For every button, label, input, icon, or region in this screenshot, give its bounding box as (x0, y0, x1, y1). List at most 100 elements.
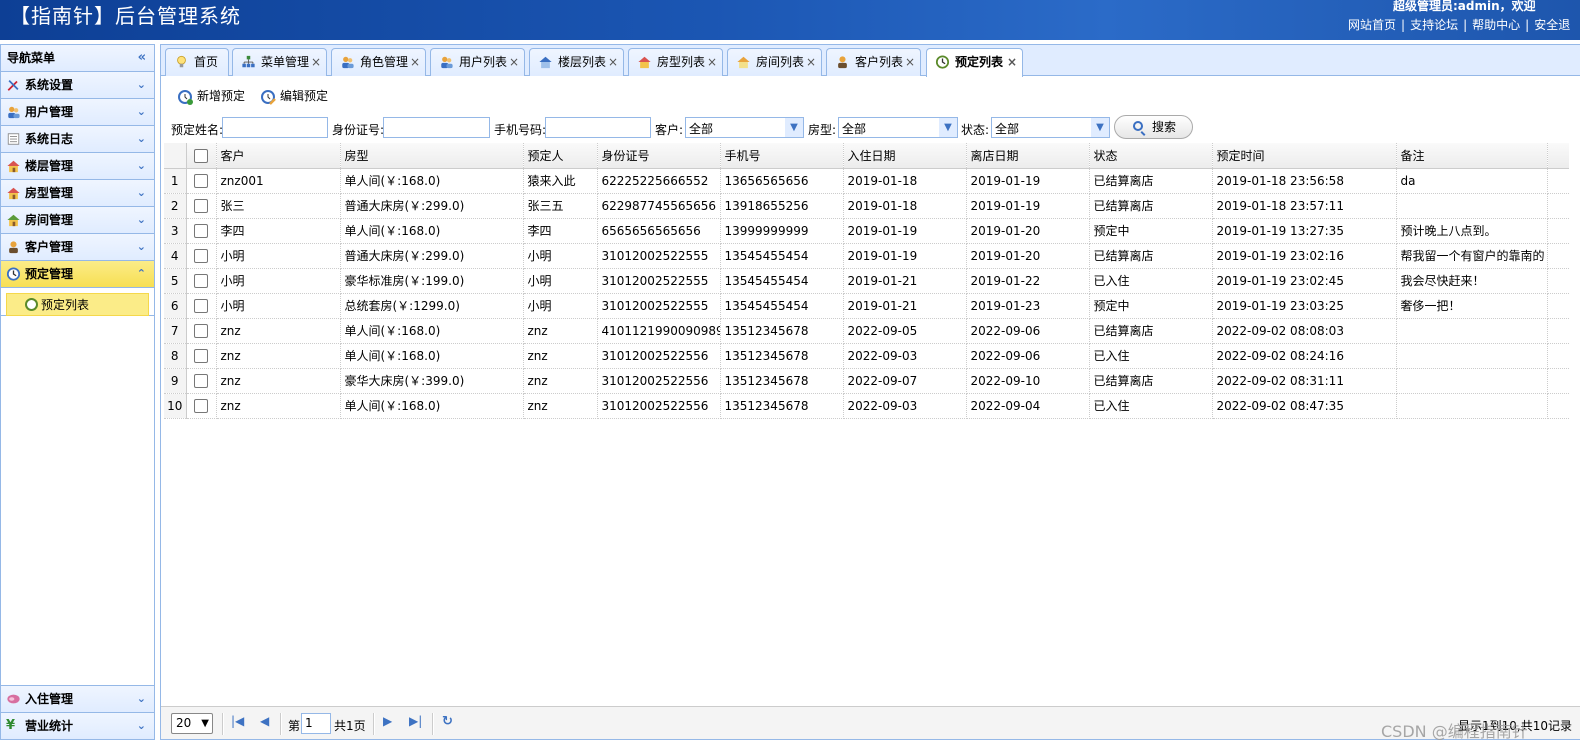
menu-reservation-management[interactable]: 预定管理 ⌃ (1, 261, 154, 288)
reserver-name-input[interactable] (222, 117, 328, 138)
table-cell: znz (523, 318, 598, 344)
menu-room-type-management[interactable]: 房型管理 ⌄ (1, 180, 154, 207)
row-checkbox[interactable] (194, 173, 208, 188)
refresh-icon[interactable]: ↻ (442, 714, 453, 729)
id-number-input[interactable] (383, 117, 490, 138)
table-row[interactable]: 8 znz 单人间(￥:168.0) znz 31012002522556 1351234… (164, 343, 1569, 369)
tab-home[interactable]: 首页 (165, 48, 229, 76)
add-reservation-button[interactable]: 新增预定 (177, 87, 245, 107)
first-page-icon[interactable]: |◀ (231, 714, 244, 728)
table-cell: 我会尽快赶来！ (1396, 268, 1548, 294)
prev-page-icon[interactable]: ◀ (260, 714, 269, 728)
close-icon[interactable]: × (509, 49, 519, 75)
table-row[interactable]: 9 znz 豪华大床房(￥:399.0) znz 31012002522556 13512… (164, 368, 1569, 394)
column-header[interactable]: 状态 (1089, 143, 1213, 169)
menu-room-management[interactable]: 房间管理 ⌄ (1, 207, 154, 234)
row-checkbox[interactable] (194, 248, 208, 263)
link-site-home[interactable]: 网站首页 (1348, 18, 1396, 32)
column-header[interactable]: 入住日期 (843, 143, 967, 169)
table-row[interactable]: 7 znz 单人间(￥:168.0) znz 41011219900909890 1351… (164, 318, 1569, 344)
table-row[interactable]: 6 小明 总统套房(￥:1299.0) 小明 31012002522555 1354545… (164, 293, 1569, 319)
row-checkbox[interactable] (194, 198, 208, 213)
tab-customer-list[interactable]: 客户列表 × (826, 48, 921, 76)
app-title: 【指南针】后台管理系统 (10, 4, 241, 28)
select-all-checkbox[interactable] (194, 148, 208, 163)
table-row[interactable]: 5 小明 豪华标准房(￥:199.0) 小明 31012002522555 1354545… (164, 268, 1569, 294)
menu-checkin-management[interactable]: 入住管理 ⌄ (1, 685, 154, 712)
link-help-center[interactable]: 帮助中心 (1472, 18, 1520, 32)
row-checkbox[interactable] (194, 323, 208, 338)
table-row[interactable]: 1 znz001 单人间(￥:168.0) 猿来入此 62225225666552 136… (164, 168, 1569, 194)
link-support-forum[interactable]: 支持论坛 (1410, 18, 1458, 32)
column-header[interactable]: 身份证号 (597, 143, 721, 169)
column-header[interactable]: 预定时间 (1212, 143, 1397, 169)
table-cell: 小明 (216, 243, 341, 269)
column-header[interactable]: 备注 (1396, 143, 1548, 169)
menu-user-management[interactable]: 用户管理 ⌄ (1, 99, 154, 126)
search-button[interactable]: 搜索 (1114, 115, 1193, 139)
tab-role-management[interactable]: 角色管理 × (331, 48, 426, 76)
next-page-icon[interactable]: ▶ (383, 714, 392, 728)
column-header[interactable]: 房型 (340, 143, 524, 169)
tab-floor-list[interactable]: 楼层列表 × (529, 48, 624, 76)
table-row[interactable]: 4 小明 普通大床房(￥:299.0) 小明 31012002522555 1354545… (164, 243, 1569, 269)
table-row[interactable]: 10 znz 单人间(￥:168.0) znz 31012002522556 135123… (164, 393, 1569, 419)
row-checkbox[interactable] (194, 348, 208, 363)
tab-menu-management[interactable]: 菜单管理 × (232, 48, 327, 76)
phone-input[interactable] (545, 117, 651, 138)
sidebar-item-reservation-list[interactable]: 预定列表 (6, 293, 149, 316)
search-icon (1133, 121, 1143, 131)
row-checkbox[interactable] (194, 223, 208, 238)
link-logout[interactable]: 安全退 (1534, 18, 1570, 32)
customer-select[interactable]: 全部 ▼ (685, 117, 804, 138)
menu-system-log[interactable]: 系统日志 ⌄ (1, 126, 154, 153)
menu-customer-management[interactable]: 客户管理 ⌄ (1, 234, 154, 261)
table-header-row: 客户 房型 预定人 身份证号 手机号 入住日期 离店日期 状态 预定时间 备注 (164, 143, 1569, 169)
table-row[interactable]: 3 李四 单人间(￥:168.0) 李四 6565656565656 1399999999… (164, 218, 1569, 244)
sidebar-title: 导航菜单 « (1, 45, 154, 72)
page-number-input[interactable]: 1 (301, 713, 331, 734)
close-icon[interactable]: × (311, 49, 321, 75)
tab-reservation-list[interactable]: 预定列表 × (926, 48, 1023, 77)
status-select[interactable]: 全部 ▼ (991, 117, 1110, 138)
menu-business-statistics[interactable]: ¥ 营业统计 ⌄ (1, 712, 154, 739)
room-type-select[interactable]: 全部 ▼ (838, 117, 958, 138)
column-header[interactable]: 离店日期 (966, 143, 1090, 169)
column-header[interactable]: 客户 (216, 143, 341, 169)
table-cell (1396, 393, 1548, 419)
tab-room-list[interactable]: 房间列表 × (727, 48, 822, 76)
menu-label: 用户管理 (25, 105, 74, 119)
table-row[interactable]: 2 张三 普通大床房(￥:299.0) 张三五 622987745565656 13918… (164, 193, 1569, 219)
menu-floor-management[interactable]: 楼层管理 ⌄ (1, 153, 154, 180)
row-checkbox-cell (186, 243, 217, 269)
chevron-down-icon: ⌄ (136, 692, 146, 705)
last-page-icon[interactable]: ▶| (409, 714, 422, 728)
close-icon[interactable]: × (707, 49, 717, 75)
row-checkbox[interactable] (194, 298, 208, 313)
filler-cell (1547, 368, 1569, 394)
table-cell: 13512345678 (720, 343, 844, 369)
table-cell: 2019-01-18 23:56:58 (1212, 168, 1397, 194)
row-checkbox[interactable] (194, 373, 208, 388)
page-size-select[interactable]: 20 ▼ (171, 713, 213, 734)
close-icon[interactable]: × (410, 49, 420, 75)
tab-user-list[interactable]: 用户列表 × (430, 48, 525, 76)
edit-clock-icon (261, 90, 276, 105)
menu-label: 房间管理 (25, 213, 74, 227)
table-cell: 2022-09-03 (843, 393, 967, 419)
edit-reservation-button[interactable]: 编辑预定 (260, 87, 328, 107)
close-icon[interactable]: × (1007, 49, 1017, 75)
column-header[interactable]: 手机号 (720, 143, 844, 169)
table-cell: znz (523, 393, 598, 419)
close-icon[interactable]: × (905, 49, 915, 75)
close-icon[interactable]: × (806, 49, 816, 75)
menu-system-settings[interactable]: 系统设置 ⌄ (1, 72, 154, 99)
users-icon (441, 56, 453, 69)
row-checkbox[interactable] (194, 398, 208, 413)
row-checkbox[interactable] (194, 273, 208, 288)
column-header[interactable]: 预定人 (523, 143, 598, 169)
collapse-left-icon[interactable]: « (138, 45, 146, 71)
tab-room-type-list[interactable]: 房型列表 × (628, 48, 723, 76)
tab-bar: 首页 菜单管理 × 角色管理 × 用户列表 × 楼层列表 × 房型列表 × 房间列表 × (161, 45, 1580, 77)
close-icon[interactable]: × (608, 49, 618, 75)
